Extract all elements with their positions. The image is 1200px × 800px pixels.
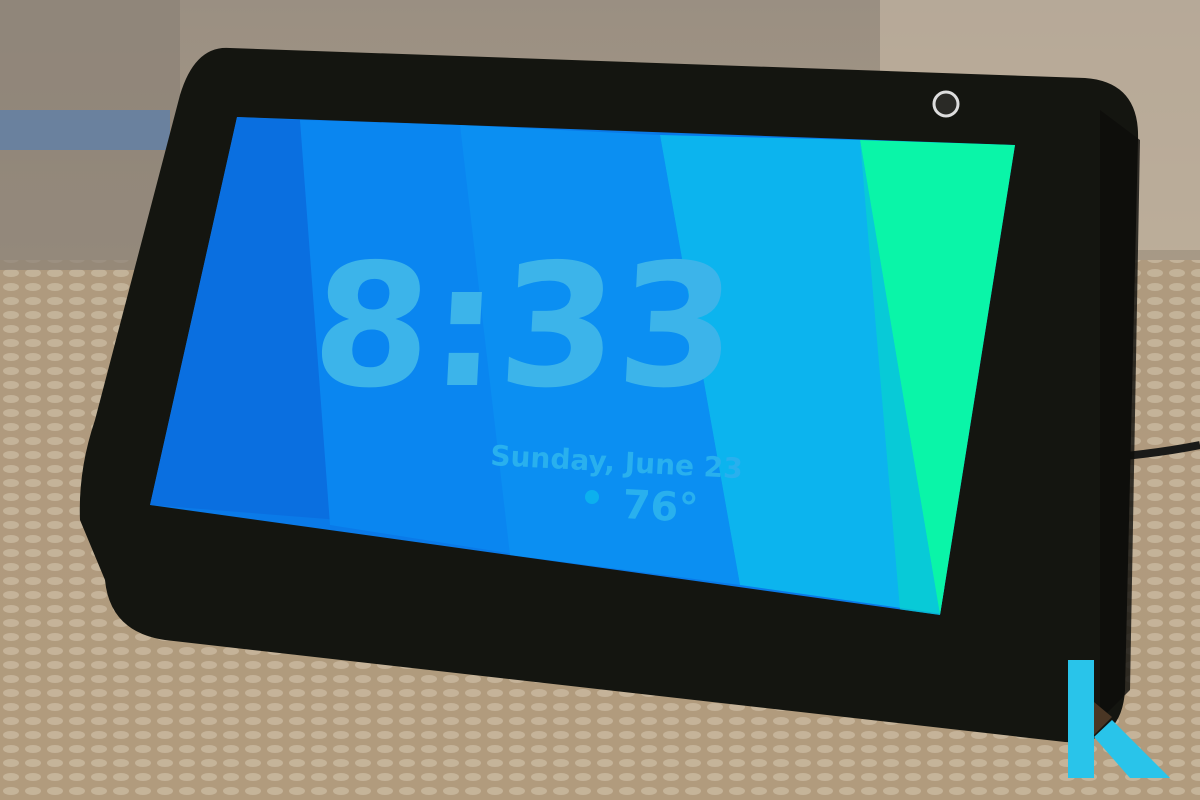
- photo-scene: 8:33 Sunday, June 23 76°: [0, 0, 1200, 800]
- clock-time: 8:33: [308, 228, 741, 426]
- camera-icon: [932, 90, 960, 118]
- moon-icon: [585, 490, 599, 504]
- temperature-label: 76°: [621, 482, 699, 532]
